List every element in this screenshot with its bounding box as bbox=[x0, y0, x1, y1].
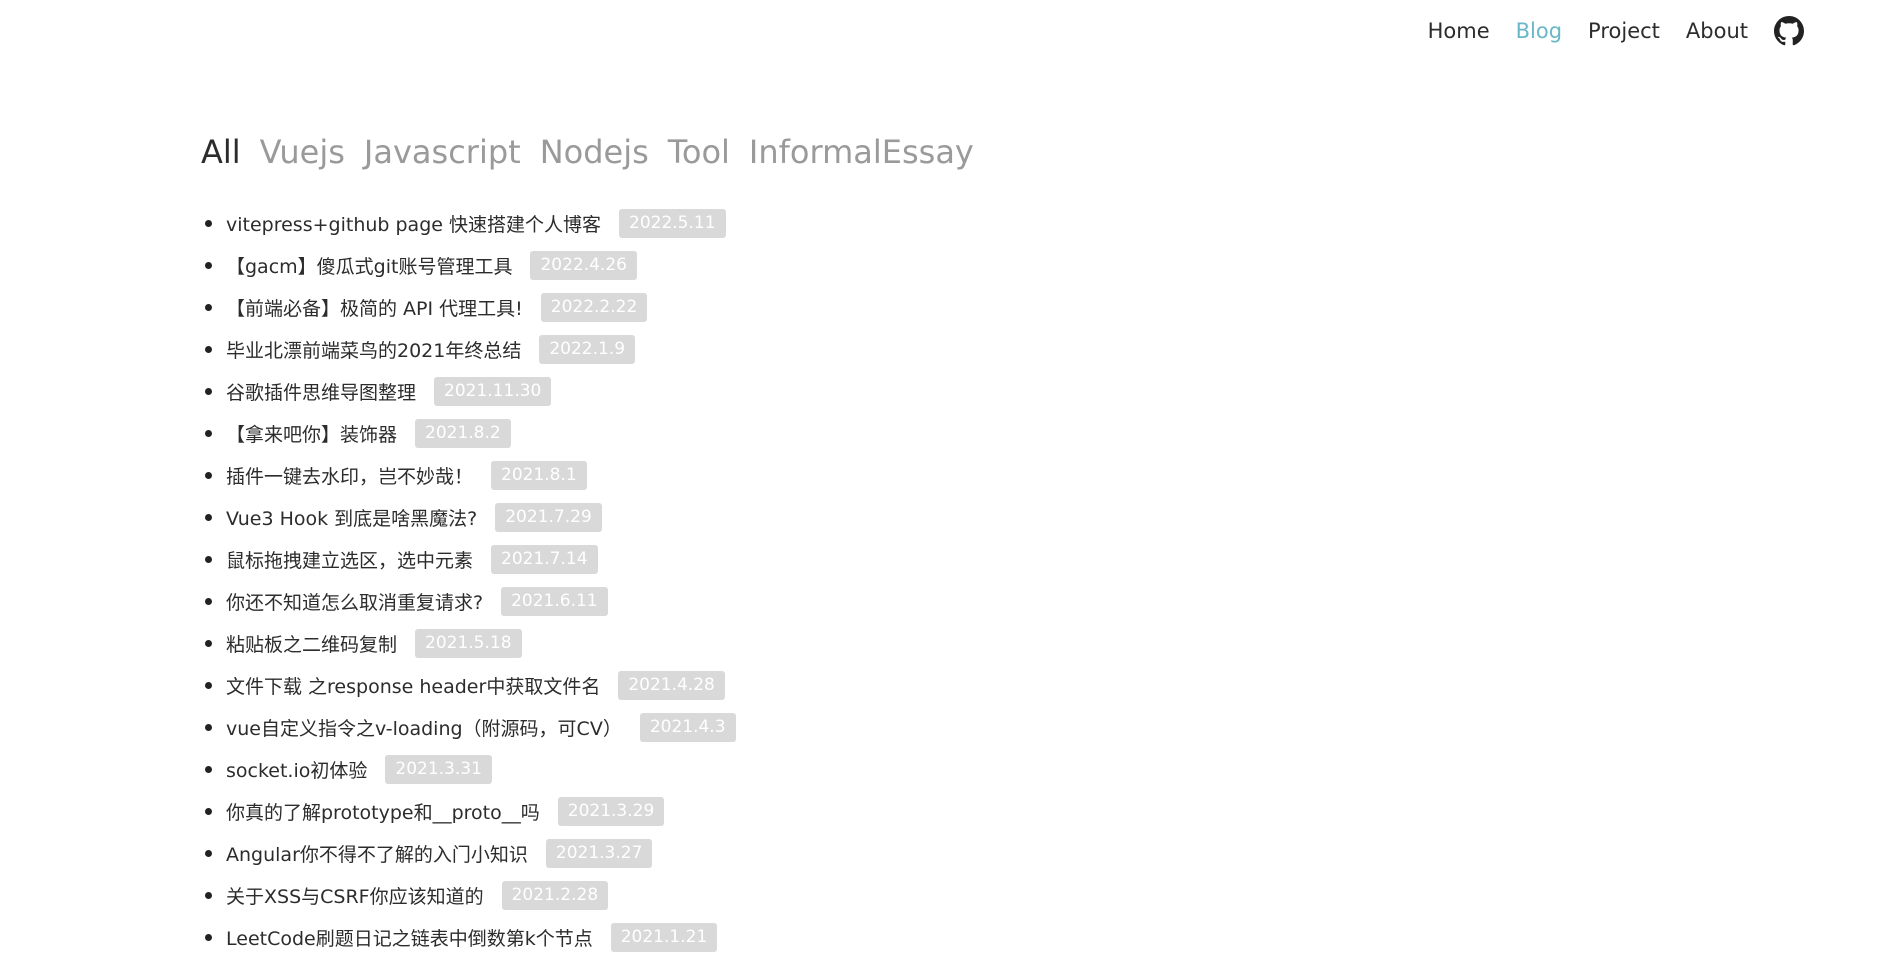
post-item: 【拿来吧你】装饰器 2021.8.2 bbox=[201, 412, 1601, 454]
bullet-icon bbox=[205, 471, 212, 479]
post-title-link[interactable]: 【gacm】傻瓜式git账号管理工具 bbox=[226, 252, 512, 279]
nav-about-link[interactable]: About bbox=[1686, 16, 1748, 46]
post-date-badge: 2021.6.11 bbox=[501, 586, 608, 616]
post-title-link[interactable]: 文件下载 之response header中获取文件名 bbox=[226, 672, 600, 699]
nav-blog-link[interactable]: Blog bbox=[1516, 16, 1562, 46]
post-item: 你真的了解prototype和__proto__吗 2021.3.29 bbox=[201, 790, 1601, 832]
category-tab-tool[interactable]: Tool bbox=[668, 128, 730, 176]
post-item: Angular你不得不了解的入门小知识 2021.3.27 bbox=[201, 832, 1601, 874]
post-list: vitepress+github page 快速搭建个人博客 2022.5.11 … bbox=[201, 202, 1601, 958]
post-item: socket.io初体验 2021.3.31 bbox=[201, 748, 1601, 790]
post-title-link[interactable]: 你还不知道怎么取消重复请求? bbox=[226, 588, 483, 615]
post-item: Vue3 Hook 到底是啥黑魔法? 2021.7.29 bbox=[201, 496, 1601, 538]
post-title-link[interactable]: 【拿来吧你】装饰器 bbox=[226, 420, 397, 447]
top-nav: Home Blog Project About bbox=[0, 0, 1902, 62]
post-item: 插件一键去水印，岂不妙哉！ 2021.8.1 bbox=[201, 454, 1601, 496]
post-title-link[interactable]: 关于XSS与CSRF你应该知道的 bbox=[226, 882, 484, 909]
post-title-link[interactable]: 你真的了解prototype和__proto__吗 bbox=[226, 798, 540, 825]
post-date-badge: 2022.5.11 bbox=[619, 208, 726, 238]
post-item: 【前端必备】极简的 API 代理工具! 2022.2.22 bbox=[201, 286, 1601, 328]
category-tab-all[interactable]: All bbox=[201, 128, 241, 176]
post-date-badge: 2021.5.18 bbox=[415, 628, 522, 658]
post-date-badge: 2021.3.27 bbox=[545, 838, 653, 868]
nav-project-link[interactable]: Project bbox=[1588, 16, 1660, 46]
nav-home-link[interactable]: Home bbox=[1428, 16, 1490, 46]
bullet-icon bbox=[205, 891, 212, 899]
bullet-icon bbox=[205, 219, 212, 227]
post-title-link[interactable]: 粘贴板之二维码复制 bbox=[226, 630, 397, 657]
bullet-icon bbox=[205, 681, 212, 689]
post-title-link[interactable]: 鼠标拖拽建立选区，选中元素 bbox=[226, 546, 473, 573]
post-title-link[interactable]: vitepress+github page 快速搭建个人博客 bbox=[226, 210, 601, 237]
bullet-icon bbox=[205, 597, 212, 605]
post-title-link[interactable]: 谷歌插件思维导图整理 bbox=[226, 378, 416, 405]
category-tabs: All Vuejs Javascript Nodejs Tool Informa… bbox=[201, 128, 1601, 176]
post-title-link[interactable]: 【前端必备】极简的 API 代理工具! bbox=[226, 294, 523, 321]
post-date-badge: 2021.8.1 bbox=[491, 460, 587, 490]
bullet-icon bbox=[205, 807, 212, 815]
post-date-badge: 2021.3.31 bbox=[385, 754, 492, 784]
post-date-badge: 2021.8.2 bbox=[415, 418, 511, 448]
post-title-link[interactable]: LeetCode刷题日记之链表中倒数第k个节点 bbox=[226, 924, 593, 951]
post-item: 文件下载 之response header中获取文件名 2021.4.28 bbox=[201, 664, 1601, 706]
post-date-badge: 2021.3.29 bbox=[557, 796, 665, 826]
post-title-link[interactable]: 毕业北漂前端菜鸟的2021年终总结 bbox=[226, 336, 521, 363]
bullet-icon bbox=[205, 555, 212, 563]
bullet-icon bbox=[205, 765, 212, 773]
category-tab-informalessay[interactable]: InformalEssay bbox=[749, 128, 974, 176]
post-item: 粘贴板之二维码复制 2021.5.18 bbox=[201, 622, 1601, 664]
post-item: 关于XSS与CSRF你应该知道的 2021.2.28 bbox=[201, 874, 1601, 916]
post-date-badge: 2021.7.29 bbox=[495, 502, 602, 532]
post-item: 谷歌插件思维导图整理 2021.11.30 bbox=[201, 370, 1601, 412]
post-item: vitepress+github page 快速搭建个人博客 2022.5.11 bbox=[201, 202, 1601, 244]
post-date-badge: 2021.1.21 bbox=[610, 922, 718, 952]
nav-links: Home Blog Project About bbox=[1402, 16, 1804, 46]
bullet-icon bbox=[205, 513, 212, 521]
github-icon[interactable] bbox=[1774, 16, 1804, 46]
post-title-link[interactable]: Vue3 Hook 到底是啥黑魔法? bbox=[226, 504, 477, 531]
post-date-badge: 2022.2.22 bbox=[540, 292, 648, 322]
post-date-badge: 2021.2.28 bbox=[501, 880, 609, 910]
post-title-link[interactable]: Angular你不得不了解的入门小知识 bbox=[226, 840, 528, 867]
post-item: LeetCode刷题日记之链表中倒数第k个节点 2021.1.21 bbox=[201, 916, 1601, 958]
post-date-badge: 2022.4.26 bbox=[530, 250, 637, 280]
bullet-icon bbox=[205, 429, 212, 437]
post-item: 你还不知道怎么取消重复请求? 2021.6.11 bbox=[201, 580, 1601, 622]
post-title-link[interactable]: socket.io初体验 bbox=[226, 756, 367, 783]
bullet-icon bbox=[205, 723, 212, 731]
post-item: vue自定义指令之v-loading（附源码，可CV） 2021.4.3 bbox=[201, 706, 1601, 748]
post-date-badge: 2021.4.3 bbox=[639, 712, 736, 742]
category-tab-nodejs[interactable]: Nodejs bbox=[540, 128, 649, 176]
bullet-icon bbox=[205, 345, 212, 353]
post-date-badge: 2022.1.9 bbox=[539, 334, 636, 364]
post-date-badge: 2021.4.28 bbox=[618, 670, 725, 700]
post-date-badge: 2021.11.30 bbox=[434, 376, 552, 406]
post-item: 鼠标拖拽建立选区，选中元素 2021.7.14 bbox=[201, 538, 1601, 580]
post-title-link[interactable]: 插件一键去水印，岂不妙哉！ bbox=[226, 462, 473, 489]
blog-content: All Vuejs Javascript Nodejs Tool Informa… bbox=[201, 128, 1601, 958]
category-tab-vuejs[interactable]: Vuejs bbox=[260, 128, 345, 176]
post-item: 毕业北漂前端菜鸟的2021年终总结 2022.1.9 bbox=[201, 328, 1601, 370]
post-date-badge: 2021.7.14 bbox=[491, 544, 598, 574]
bullet-icon bbox=[205, 849, 212, 857]
category-tab-javascript[interactable]: Javascript bbox=[364, 128, 521, 176]
bullet-icon bbox=[205, 639, 212, 647]
bullet-icon bbox=[205, 933, 212, 941]
post-item: 【gacm】傻瓜式git账号管理工具 2022.4.26 bbox=[201, 244, 1601, 286]
post-title-link[interactable]: vue自定义指令之v-loading（附源码，可CV） bbox=[226, 714, 622, 741]
bullet-icon bbox=[205, 387, 212, 395]
bullet-icon bbox=[205, 303, 212, 311]
bullet-icon bbox=[205, 261, 212, 269]
